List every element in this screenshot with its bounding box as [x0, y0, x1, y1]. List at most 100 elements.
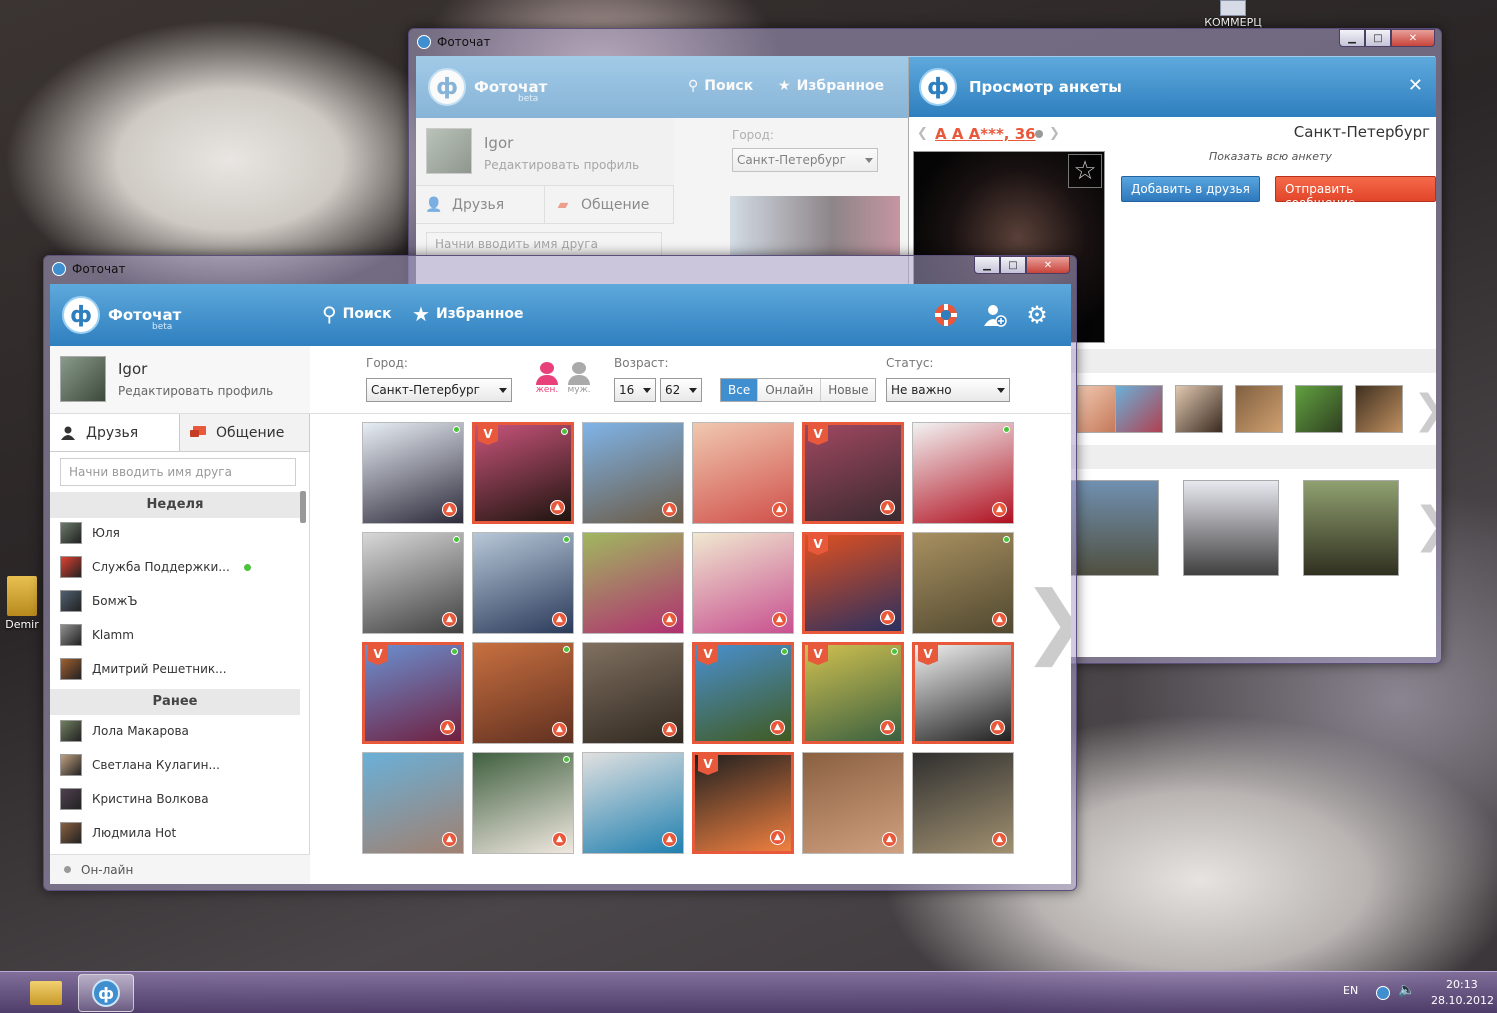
- boost-up-icon[interactable]: ▲: [880, 500, 895, 515]
- friend-row[interactable]: Дмитрий Решетник...: [60, 654, 300, 684]
- friend-search-input[interactable]: Начни вводить имя друга: [60, 458, 296, 486]
- profile-thumb[interactable]: [1295, 385, 1343, 433]
- nav-search[interactable]: ⚲ Поиск: [688, 78, 753, 94]
- boost-up-icon[interactable]: ▲: [662, 612, 677, 627]
- photo-tile[interactable]: V ▲: [472, 422, 574, 524]
- photo-tile[interactable]: V ▲: [802, 422, 904, 524]
- friend-row[interactable]: Кристина Волкова: [60, 784, 300, 814]
- photo-tile[interactable]: V ▲: [802, 642, 904, 744]
- photo-tile[interactable]: ▲: [472, 532, 574, 634]
- close-button[interactable]: ✕: [1391, 29, 1435, 47]
- add-friend-button[interactable]: Добавить в друзья: [1121, 176, 1260, 202]
- boost-up-icon[interactable]: ▲: [552, 612, 567, 627]
- boost-up-icon[interactable]: ▲: [990, 720, 1005, 735]
- profile-thumb[interactable]: [1115, 385, 1163, 433]
- boost-up-icon[interactable]: ▲: [442, 502, 457, 517]
- minimize-button[interactable]: ▁: [1339, 29, 1365, 47]
- city-select[interactable]: Санкт-Петербург: [366, 378, 512, 402]
- profile-thumb-large[interactable]: [1183, 480, 1279, 576]
- photo-tile[interactable]: V ▲: [802, 532, 904, 634]
- boost-up-icon[interactable]: ▲: [770, 720, 785, 735]
- boost-up-icon[interactable]: ▲: [442, 832, 457, 847]
- desktop-document-icon[interactable]: КОММЕРЦ: [1200, 0, 1266, 29]
- back-search-input[interactable]: Начни вводить имя друга: [426, 232, 662, 256]
- close-button[interactable]: ✕: [1026, 256, 1070, 274]
- gender-female-toggle[interactable]: жен.: [532, 362, 562, 395]
- tab-chat[interactable]: Общение: [180, 414, 310, 451]
- boost-up-icon[interactable]: ▲: [882, 832, 897, 847]
- photochat-taskbar-button[interactable]: ф: [78, 974, 134, 1012]
- friend-row[interactable]: Служба Поддержки...: [60, 552, 300, 582]
- photo-tile[interactable]: ▲: [692, 532, 794, 634]
- photo-tile[interactable]: ▲: [692, 422, 794, 524]
- profile-view-name[interactable]: А А А***, 36: [935, 125, 1036, 143]
- strip-next-arrow-icon[interactable]: ❯: [1413, 497, 1436, 553]
- minimize-button[interactable]: ▁: [974, 256, 1000, 274]
- tab-friends[interactable]: Друзья: [50, 414, 180, 451]
- photo-tile[interactable]: ▲: [582, 532, 684, 634]
- friend-row[interactable]: БомжЪ: [60, 586, 300, 616]
- friend-row[interactable]: Юля: [60, 518, 300, 548]
- grid-next-arrow-icon[interactable]: ❯: [1022, 574, 1071, 667]
- boost-up-icon[interactable]: ▲: [880, 720, 895, 735]
- boost-up-icon[interactable]: ▲: [442, 612, 457, 627]
- boost-up-icon[interactable]: ▲: [552, 722, 567, 737]
- lifebuoy-icon[interactable]: [933, 302, 959, 328]
- boost-up-icon[interactable]: ▲: [440, 720, 455, 735]
- explorer-taskbar-button[interactable]: [18, 974, 74, 1012]
- age-to-select[interactable]: 62: [660, 378, 702, 402]
- photo-tile[interactable]: ▲: [912, 532, 1014, 634]
- photo-tile[interactable]: ▲: [362, 422, 464, 524]
- boost-up-icon[interactable]: ▲: [552, 832, 567, 847]
- boost-up-icon[interactable]: ▲: [992, 832, 1007, 847]
- online-status-bar[interactable]: Он-лайн: [50, 854, 310, 884]
- nav-favorites[interactable]: ★ Избранное: [412, 302, 524, 326]
- photo-tile[interactable]: ▲: [472, 752, 574, 854]
- seg-online[interactable]: Онлайн: [758, 379, 822, 401]
- photo-tile[interactable]: ▲: [912, 422, 1014, 524]
- photo-tile[interactable]: ▲: [582, 642, 684, 744]
- back-city-select[interactable]: Санкт-Петербург: [732, 148, 878, 172]
- nav-search[interactable]: ⚲ Поиск: [322, 302, 392, 326]
- avatar[interactable]: [60, 356, 106, 402]
- main-app-window[interactable]: Фоточат ▁ □ ✕ ф Фоточат beta ⚲ Поиск ★ И…: [43, 255, 1077, 891]
- boost-up-icon[interactable]: ▲: [992, 612, 1007, 627]
- close-icon[interactable]: ✕: [1408, 75, 1423, 96]
- clock-date[interactable]: 28.10.2012: [1431, 994, 1494, 1007]
- age-from-select[interactable]: 16: [614, 378, 656, 402]
- profile-block[interactable]: Igor Редактировать профиль: [50, 346, 310, 414]
- profile-thumb-large[interactable]: [1063, 480, 1159, 576]
- boost-up-icon[interactable]: ▲: [770, 830, 785, 845]
- boost-up-icon[interactable]: ▲: [772, 612, 787, 627]
- photo-tile[interactable]: V ▲: [692, 752, 794, 854]
- edit-profile-link[interactable]: Редактировать профиль: [118, 384, 273, 398]
- volume-icon[interactable]: 🔈: [1398, 982, 1415, 998]
- boost-up-icon[interactable]: ▲: [772, 502, 787, 517]
- send-message-button[interactable]: Отправить сообщение: [1275, 176, 1436, 210]
- gender-male-toggle[interactable]: муж.: [564, 362, 594, 395]
- photo-tile[interactable]: ▲: [802, 752, 904, 854]
- boost-up-icon[interactable]: ▲: [550, 500, 565, 515]
- friend-row[interactable]: Светлана Кулагин...: [60, 750, 300, 780]
- clock-time[interactable]: 20:13: [1446, 978, 1478, 991]
- boost-up-icon[interactable]: ▲: [662, 722, 677, 737]
- maximize-button[interactable]: □: [1000, 256, 1026, 274]
- nav-favorites[interactable]: ★ Избранное: [778, 78, 884, 94]
- profile-thumb[interactable]: [1235, 385, 1283, 433]
- photo-tile[interactable]: ▲: [362, 752, 464, 854]
- photo-tile[interactable]: V ▲: [912, 642, 1014, 744]
- next-arrow-icon[interactable]: ❯: [1049, 126, 1060, 141]
- tray-photochat-icon[interactable]: [1376, 986, 1390, 1000]
- profile-thumb-large[interactable]: [1303, 480, 1399, 576]
- boost-up-icon[interactable]: ▲: [662, 832, 677, 847]
- show-full-profile-link[interactable]: Показать всю анкету: [1209, 150, 1332, 163]
- strip-next-arrow-icon[interactable]: ❯: [1413, 387, 1436, 433]
- desktop-folder-icon[interactable]: Demir: [2, 576, 42, 631]
- boost-up-icon[interactable]: ▲: [992, 502, 1007, 517]
- photo-tile[interactable]: ▲: [472, 642, 574, 744]
- photo-tile[interactable]: ▲: [362, 532, 464, 634]
- maximize-button[interactable]: □: [1365, 29, 1391, 47]
- status-select[interactable]: Не важно: [886, 378, 1010, 402]
- seg-new[interactable]: Новые: [821, 379, 876, 401]
- back-tab-friends[interactable]: 👤 Друзья: [416, 186, 545, 223]
